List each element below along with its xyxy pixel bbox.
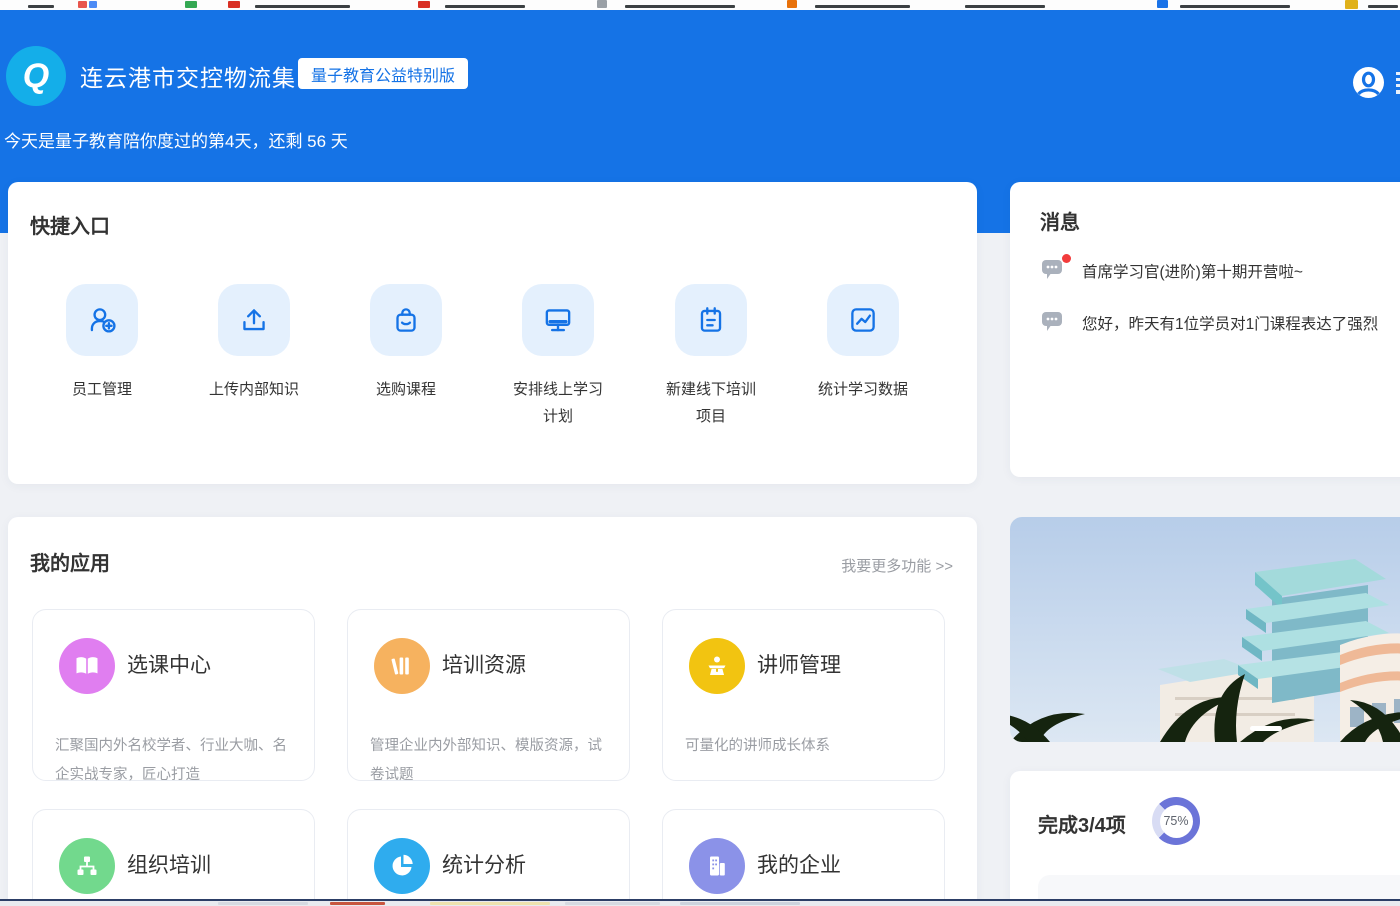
org-title: 连云港市交控物流集 [80, 59, 296, 93]
app-name: 培训资源 [442, 651, 526, 681]
progress-label: 完成3/4项 [1038, 809, 1126, 838]
favicon-fragment [418, 1, 430, 8]
app-tile-training-resources[interactable]: 培训资源 管理企业内外部知识、模版资源，试卷试题 [347, 609, 630, 781]
quick-entry-buy-courses[interactable] [370, 284, 442, 356]
app-circle [374, 838, 430, 894]
quick-entry-offline-project[interactable] [675, 284, 747, 356]
message-item[interactable]: 您好，昨天有1位学员对1门课程表达了强烈 [1010, 304, 1400, 340]
org-chart-icon [74, 853, 100, 879]
favicon-fragment [89, 1, 97, 8]
favicon-fragment [445, 5, 525, 8]
message-item[interactable]: 首席学习官(进阶)第十期开营啦~ [1010, 252, 1400, 288]
favicon-fragment [1180, 5, 1290, 8]
chart-icon [846, 303, 880, 337]
quick-entry-upload-knowledge[interactable] [218, 284, 290, 356]
progress-donut: 75% [1152, 797, 1200, 845]
favicon-fragment [1368, 5, 1398, 8]
message-text: 首席学习官(进阶)第十期开营啦~ [1082, 260, 1400, 282]
quick-entry-label: 安排线上学习计划 [508, 376, 608, 430]
favicon-fragment [1345, 0, 1358, 9]
unread-dot [1062, 254, 1071, 263]
quick-entry-label: 新建线下培训项目 [661, 376, 761, 430]
building-icon [704, 853, 730, 879]
banner-illustration [1010, 517, 1400, 742]
taskbar-fragment [565, 902, 660, 905]
favicon-fragment [597, 0, 607, 8]
favicon-fragment [185, 1, 197, 8]
open-book-icon [74, 653, 100, 679]
app-tile-statistics[interactable]: 统计分析 [347, 809, 630, 906]
taskbar-fragment [330, 902, 385, 905]
taskbar-fragment [430, 902, 550, 905]
favicon-fragment [625, 5, 735, 8]
quick-entry-label: 选购课程 [336, 376, 476, 403]
taskbar-fragment [218, 902, 308, 905]
app-circle [59, 838, 115, 894]
app-screen: Q 连云港市交控物流集 量子教育公益特别版 今天是量子教育陪你度过的第4天，还剩… [0, 0, 1400, 906]
favicon-fragment [228, 1, 240, 8]
message-text: 您好，昨天有1位学员对1门课程表达了强烈 [1082, 312, 1400, 334]
favicon-fragment [787, 0, 797, 8]
app-circle [689, 638, 745, 694]
progress-card: 完成3/4项 75% [1010, 771, 1400, 906]
app-tile-lecturer-mgmt[interactable]: 讲师管理 可量化的讲师成长体系 [662, 609, 945, 781]
my-apps-title: 我的应用 [30, 547, 110, 576]
app-name: 讲师管理 [757, 651, 841, 681]
person-add-icon [85, 303, 119, 337]
shopping-bag-icon [389, 303, 423, 337]
more-features-link[interactable]: 我要更多功能 >> [841, 555, 953, 576]
monitor-icon [541, 303, 575, 337]
quick-entry-card: 快捷入口 [8, 182, 977, 484]
chat-bubble-icon [1042, 260, 1064, 280]
app-desc: 可量化的讲师成长体系 [685, 732, 929, 761]
header-edge-truncated-item [1396, 72, 1400, 94]
quick-entry-title: 快捷入口 [30, 210, 110, 239]
clipboard-icon [694, 303, 728, 337]
books-icon [389, 653, 415, 679]
taskbar-fragment [680, 902, 800, 905]
greeting-text: 今天是量子教育陪你度过的第4天，还剩 56 天 [4, 127, 348, 152]
my-apps-card: 我的应用 我要更多功能 >> 选课中心 汇聚国内外名校学者、行业大咖、名企实战专… [8, 517, 977, 906]
app-tile-org-training[interactable]: 组织培训 [32, 809, 315, 906]
app-logo[interactable]: Q [6, 46, 66, 106]
messages-title: 消息 [1040, 206, 1080, 235]
favicon-fragment [1157, 0, 1168, 8]
app-name: 我的企业 [757, 851, 841, 881]
app-tile-course-center[interactable]: 选课中心 汇聚国内外名校学者、行业大咖、名企实战专家，匠心打造 [32, 609, 315, 781]
app-circle [689, 838, 745, 894]
browser-bookmarks-bar[interactable] [0, 0, 1400, 10]
quick-entry-employee-mgmt[interactable] [66, 284, 138, 356]
favicon-fragment [815, 5, 910, 8]
version-badge-label: 量子教育公益特别版 [311, 62, 455, 86]
user-avatar-icon[interactable] [1353, 67, 1384, 98]
quick-entry-online-plan[interactable] [522, 284, 594, 356]
quick-entry-label: 员工管理 [32, 376, 172, 403]
favicon-fragment [965, 5, 1045, 8]
app-name: 统计分析 [442, 851, 526, 881]
favicon-fragment [28, 5, 54, 8]
app-tile-my-enterprise[interactable]: 我的企业 [662, 809, 945, 906]
app-name: 组织培训 [127, 851, 211, 881]
favicon-fragment [78, 1, 87, 8]
lecturer-icon [704, 653, 730, 679]
version-badge: 量子教育公益特别版 [298, 58, 468, 89]
quick-entry-label: 上传内部知识 [184, 376, 324, 403]
promo-banner-image[interactable] [1010, 517, 1400, 742]
favicon-fragment [255, 5, 350, 8]
quick-entry-learning-stats[interactable] [827, 284, 899, 356]
app-circle [59, 638, 115, 694]
app-desc: 汇聚国内外名校学者、行业大咖、名企实战专家，匠心打造 [55, 732, 299, 790]
chat-bubble-icon [1042, 312, 1064, 332]
logo-letter: Q [23, 57, 49, 96]
carousel-indicator[interactable] [1250, 726, 1282, 731]
app-name: 选课中心 [127, 651, 211, 681]
bottom-taskbar-sliver [0, 899, 1400, 906]
app-circle [374, 638, 430, 694]
quick-entry-label: 统计学习数据 [793, 376, 933, 403]
pie-chart-icon [389, 853, 415, 879]
app-desc: 管理企业内外部知识、模版资源，试卷试题 [370, 732, 614, 790]
messages-card: 消息 首席学习官(进阶)第十期开营啦~ 您好，昨天有1位学员对1门课程表达了强烈 [1010, 182, 1400, 477]
upload-icon [237, 303, 271, 337]
progress-percent: 75% [1163, 814, 1188, 828]
